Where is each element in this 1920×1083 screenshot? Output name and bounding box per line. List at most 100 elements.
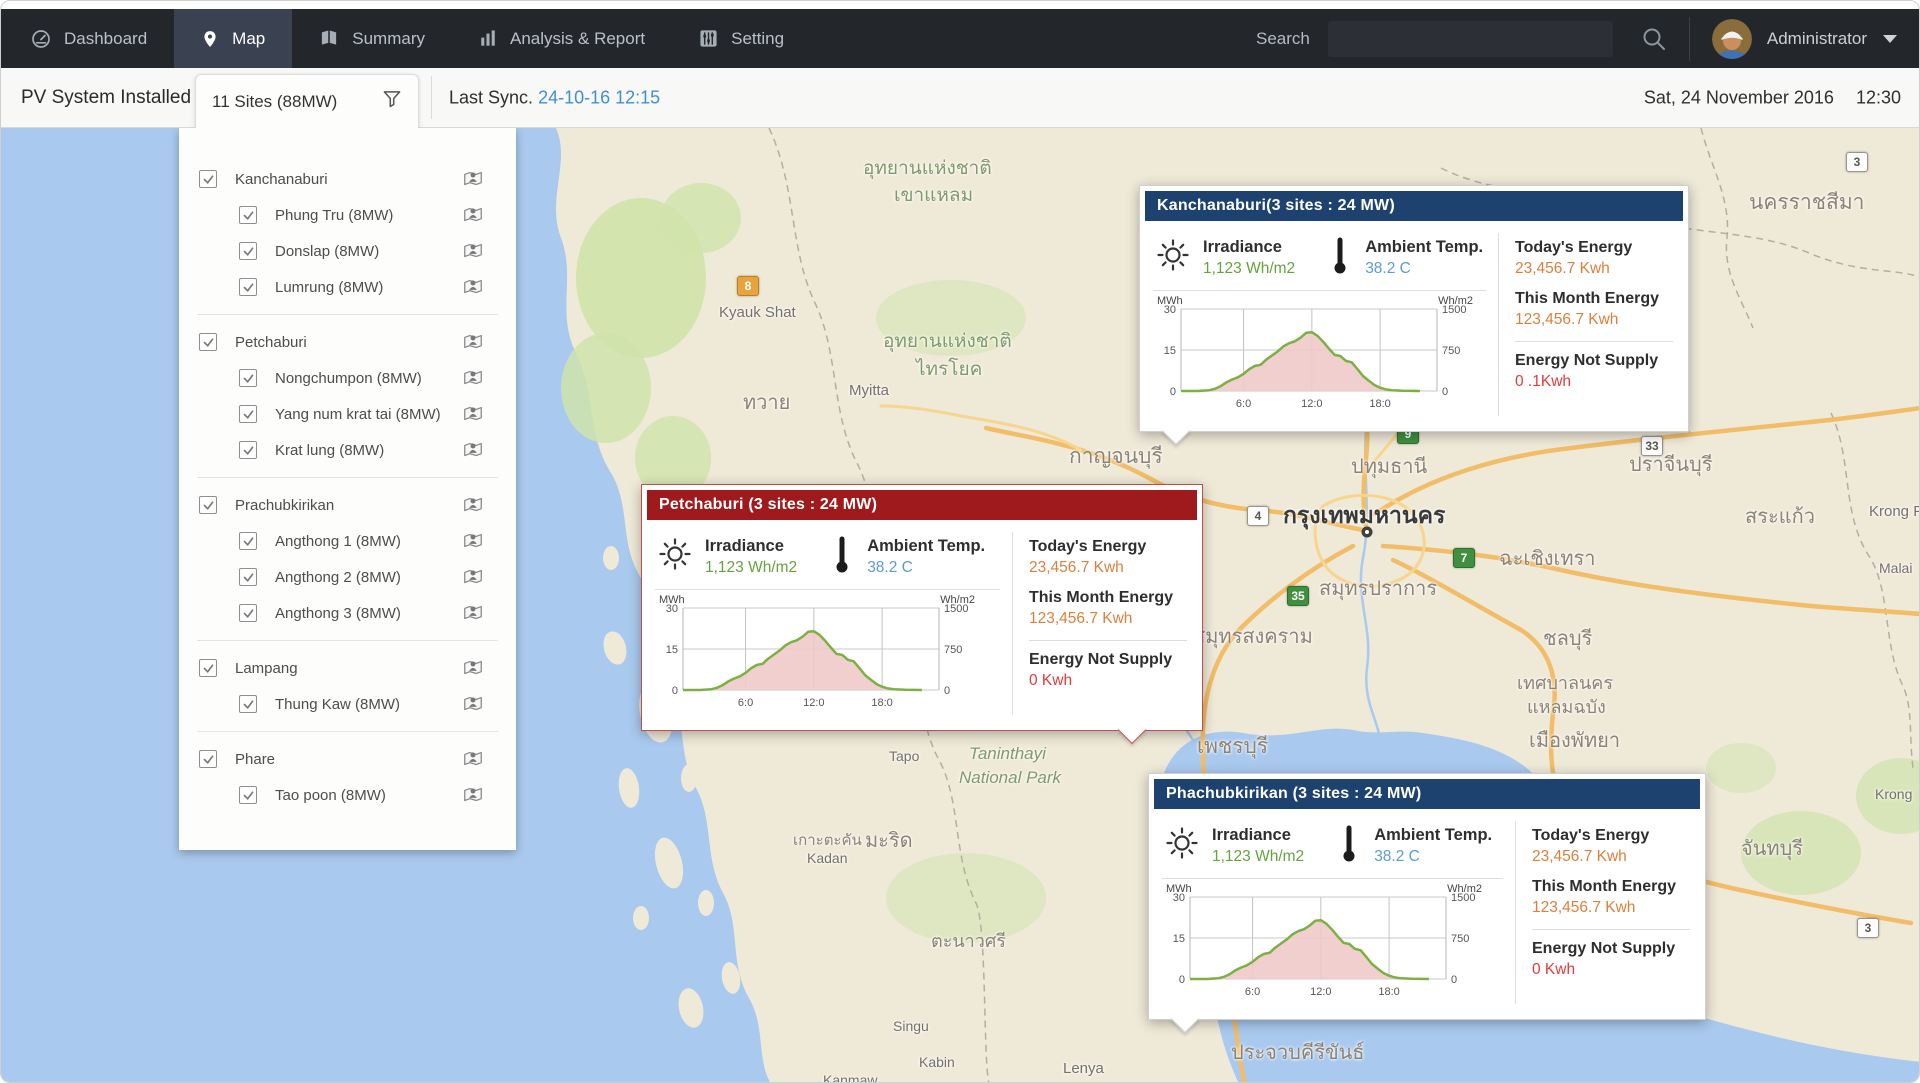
site-row[interactable]: Yang num krat tai (8MW) — [179, 399, 516, 429]
site-map-icon[interactable] — [462, 566, 484, 588]
checkbox-checked[interactable] — [239, 278, 257, 296]
checkbox-checked[interactable] — [239, 568, 257, 586]
site-row[interactable]: Nongchumpon (8MW) — [179, 363, 516, 393]
irradiance-metric: Irradiance1,123 Wh/m2 — [1203, 238, 1295, 278]
today-energy-value: 23,456.7 Kwh — [1515, 260, 1673, 278]
checkbox-checked[interactable] — [239, 242, 257, 260]
month-energy-label: This Month Energy — [1515, 290, 1673, 308]
checkbox-checked[interactable] — [239, 405, 257, 423]
province-label: Kanchanaburi — [235, 171, 328, 188]
checkbox-checked[interactable] — [199, 170, 217, 188]
search-icon[interactable] — [1641, 26, 1667, 52]
checkbox-checked[interactable] — [239, 604, 257, 622]
checkbox-checked[interactable] — [199, 496, 217, 514]
province-row[interactable]: Lampang — [179, 653, 516, 683]
nav-tab-map[interactable]: Map — [174, 9, 292, 68]
site-map-icon[interactable] — [462, 168, 484, 190]
energy-summary-column: Today's Energy23,456.7 KwhThis Month Ene… — [1013, 530, 1191, 717]
province-label: Petchaburi — [235, 334, 307, 351]
site-map-icon[interactable] — [462, 784, 484, 806]
site-map-icon[interactable] — [462, 602, 484, 624]
ambient-temp-value: 38.2 C — [1365, 260, 1483, 278]
ambient-temp-metric: Ambient Temp.38.2 C — [1374, 826, 1492, 866]
nav-tab-dashboard[interactable]: Dashboard — [1, 9, 174, 68]
site-map-icon[interactable] — [462, 657, 484, 679]
svg-text:30: 30 — [1164, 304, 1176, 316]
dashboard-icon — [31, 29, 51, 49]
site-map-icon[interactable] — [462, 494, 484, 516]
site-map-icon[interactable] — [462, 276, 484, 298]
checkbox-checked[interactable] — [199, 659, 217, 677]
checkbox-checked[interactable] — [239, 206, 257, 224]
card-left-column: Irradiance1,123 Wh/m2Ambient Temp.38.2 C… — [1162, 819, 1515, 1006]
checkbox-checked[interactable] — [239, 441, 257, 459]
svg-text:750: 750 — [1442, 345, 1460, 357]
site-map-icon[interactable] — [462, 530, 484, 552]
checkbox-checked[interactable] — [199, 333, 217, 351]
nav-tab-summary[interactable]: Summary — [292, 9, 452, 68]
metrics-row: Irradiance1,123 Wh/m2Ambient Temp.38.2 C — [1162, 819, 1505, 878]
card-left-column: Irradiance1,123 Wh/m2Ambient Temp.38.2 C… — [655, 530, 1012, 717]
svg-text:0: 0 — [1442, 386, 1448, 398]
svg-text:6:0: 6:0 — [738, 697, 753, 709]
card-header: Petchaburi (3 sites : 24 MW) — [647, 490, 1197, 520]
checkbox-checked[interactable] — [239, 695, 257, 713]
not-supply-value: 0 .1Kwh — [1515, 373, 1673, 391]
svg-text:30: 30 — [666, 603, 678, 615]
site-row[interactable]: Tao poon (8MW) — [179, 780, 516, 810]
checkbox-checked[interactable] — [239, 786, 257, 804]
province-row[interactable]: Petchaburi — [179, 327, 516, 357]
site-row[interactable]: Krat lung (8MW) — [179, 435, 516, 465]
route-shield: 33 — [1641, 436, 1663, 456]
svg-text:18:0: 18:0 — [1378, 986, 1399, 998]
not-supply-label: Energy Not Supply — [1029, 651, 1187, 669]
chevron-down-icon[interactable] — [1883, 35, 1897, 43]
site-map-icon[interactable] — [462, 331, 484, 353]
site-map-icon[interactable] — [462, 403, 484, 425]
svg-text:0: 0 — [1451, 974, 1457, 986]
site-map-icon[interactable] — [462, 367, 484, 389]
sites-dropdown[interactable]: 11 Sites (88MW) — [195, 74, 419, 128]
sidebar-group-divider — [197, 314, 498, 315]
site-row[interactable]: Angthong 2 (8MW) — [179, 562, 516, 592]
setting-icon — [699, 29, 718, 48]
svg-text:0: 0 — [1179, 974, 1185, 986]
irradiance-value: 1,123 Wh/m2 — [1203, 260, 1295, 278]
month-energy-label: This Month Energy — [1029, 589, 1187, 607]
province-row[interactable]: Phare — [179, 744, 516, 774]
province-row[interactable]: Kanchanaburi — [179, 164, 516, 194]
metrics-divider — [1153, 290, 1486, 291]
map-canvas[interactable]: อุทยานแห่งชาติเขาแหลมนครราชสีมาKyauk Sha… — [1, 128, 1920, 1083]
site-map-icon[interactable] — [462, 439, 484, 461]
site-map-icon[interactable] — [462, 240, 484, 262]
province-row[interactable]: Prachubkirikan — [179, 490, 516, 520]
filter-funnel-icon[interactable] — [382, 90, 402, 114]
site-map-icon[interactable] — [462, 693, 484, 715]
site-map-icon[interactable] — [462, 748, 484, 770]
site-label: Krat lung (8MW) — [275, 442, 384, 459]
svg-text:15: 15 — [1164, 345, 1176, 357]
page-title: PV System Installed — [21, 87, 191, 109]
month-energy-label: This Month Energy — [1532, 878, 1690, 896]
nav-divider — [1689, 17, 1690, 61]
user-name[interactable]: Administrator — [1767, 29, 1867, 49]
site-row[interactable]: Angthong 3 (8MW) — [179, 598, 516, 628]
ambient-temp-value: 38.2 C — [867, 559, 985, 577]
site-row[interactable]: Angthong 1 (8MW) — [179, 526, 516, 556]
search-input[interactable] — [1328, 21, 1613, 57]
nav-right: Search Administrator — [1256, 9, 1919, 68]
site-row[interactable]: Phung Tru (8MW) — [179, 200, 516, 230]
site-map-icon[interactable] — [462, 204, 484, 226]
site-label: Angthong 2 (8MW) — [275, 569, 401, 586]
site-row[interactable]: Thung Kaw (8MW) — [179, 689, 516, 719]
checkbox-checked[interactable] — [239, 369, 257, 387]
avatar[interactable] — [1712, 19, 1752, 59]
checkbox-checked[interactable] — [239, 532, 257, 550]
energy-divider — [1029, 640, 1187, 641]
site-row[interactable]: Lumrung (8MW) — [179, 272, 516, 302]
nav-tab-setting[interactable]: Setting — [672, 9, 811, 68]
site-row[interactable]: Donslap (8MW) — [179, 236, 516, 266]
checkbox-checked[interactable] — [199, 750, 217, 768]
site-label: Thung Kaw (8MW) — [275, 696, 400, 713]
nav-tab-analysis-report[interactable]: Analysis & Report — [452, 9, 672, 68]
